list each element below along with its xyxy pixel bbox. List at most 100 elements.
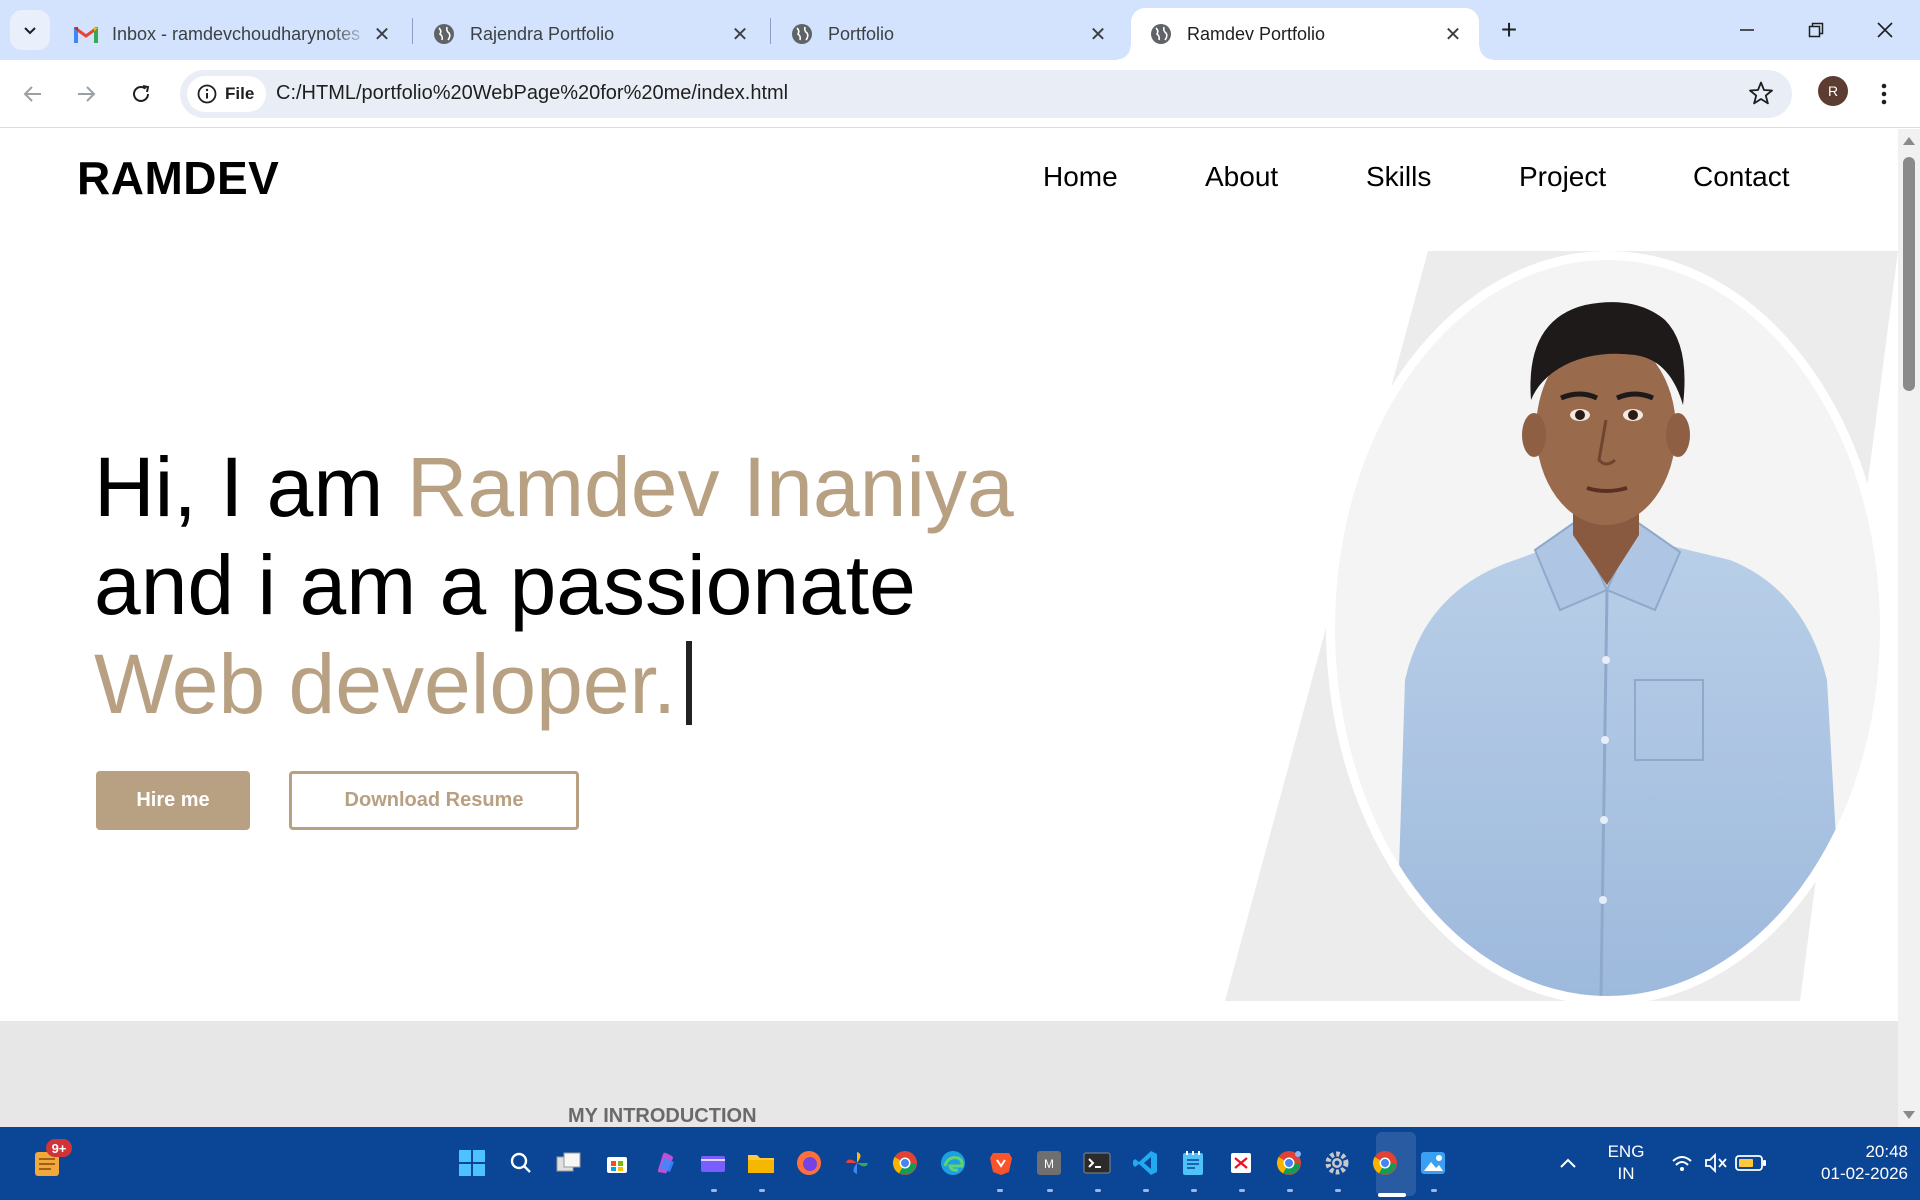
nav-contact[interactable]: Contact — [1693, 161, 1790, 193]
gmail-icon — [74, 22, 98, 46]
brave-icon[interactable] — [985, 1147, 1017, 1179]
pinwheel-icon[interactable] — [841, 1147, 873, 1179]
nav-about[interactable]: About — [1205, 161, 1278, 193]
site-chip-label: File — [225, 84, 255, 103]
photos-icon[interactable] — [1417, 1147, 1449, 1179]
tab-separator — [412, 18, 413, 44]
url-text[interactable]: C:/HTML/portfolio%20WebPage%20for%20me/i… — [276, 82, 788, 105]
download-resume-button[interactable]: Download Resume — [289, 771, 579, 830]
running-indicator — [1095, 1189, 1101, 1192]
clock[interactable]: 20:48 01-02-2026 — [1788, 1141, 1908, 1185]
chevron-down-icon — [24, 27, 36, 35]
file-explorer-icon[interactable] — [745, 1147, 777, 1179]
tab-title: Inbox - ramdevchoudharynotes — [112, 23, 361, 44]
active-app-indicator — [1378, 1193, 1406, 1197]
scroll-down-arrow-icon[interactable] — [1903, 1111, 1915, 1119]
hero-role: Web developer. — [94, 637, 677, 731]
restore-icon — [1808, 22, 1824, 38]
globe-icon — [1149, 22, 1173, 46]
bookmark-star-icon[interactable] — [1748, 80, 1774, 111]
language-indicator[interactable]: ENG IN — [1602, 1141, 1650, 1185]
running-indicator — [711, 1189, 717, 1192]
clock-date: 01-02-2026 — [1821, 1164, 1908, 1183]
reload-button[interactable] — [121, 74, 161, 114]
scroll-thumb[interactable] — [1903, 157, 1915, 391]
scroll-up-arrow-icon[interactable] — [1903, 137, 1915, 145]
minimize-icon — [1740, 29, 1754, 31]
new-tab-button[interactable]: + — [1493, 14, 1525, 46]
tab-title: Ramdev Portfolio — [1187, 23, 1326, 44]
running-indicator — [1143, 1189, 1149, 1192]
typing-cursor — [686, 641, 693, 725]
chrome-active-icon[interactable] — [1369, 1147, 1401, 1179]
language-code: ENG — [1607, 1142, 1645, 1161]
forward-button[interactable] — [66, 74, 106, 114]
person-portrait-icon — [1395, 302, 1845, 996]
task-view-icon[interactable] — [553, 1147, 585, 1179]
store-icon[interactable] — [601, 1147, 633, 1179]
running-indicator — [997, 1189, 1003, 1192]
chevron-up-icon[interactable] — [1552, 1147, 1584, 1179]
hero-line-3: Web developer. — [94, 641, 693, 726]
profile-photo — [1326, 251, 1889, 1005]
nav-project[interactable]: Project — [1519, 161, 1606, 193]
introduction-section: MY INTRODUCTION — [0, 1021, 1898, 1127]
globe-icon — [432, 22, 456, 46]
hero-name: Ramdev Inaniya — [406, 440, 1014, 534]
battery-icon[interactable] — [1735, 1147, 1767, 1179]
hero-greeting: Hi, I am — [94, 440, 407, 534]
chrome-icon[interactable] — [889, 1147, 921, 1179]
hero-line-1: Hi, I am Ramdev Inaniya — [94, 445, 1014, 529]
running-indicator — [1431, 1189, 1437, 1192]
start-windows-icon[interactable] — [456, 1147, 488, 1179]
nav-skills[interactable]: Skills — [1366, 161, 1431, 193]
snipping-tool-icon[interactable] — [1225, 1147, 1257, 1179]
globe-icon — [790, 22, 814, 46]
close-tab-icon[interactable]: ✕ — [728, 22, 752, 46]
windows-taskbar: 9+ M ENG IN 20:48 01-02-2026 — [0, 1127, 1920, 1200]
tab-ramdev-portfolio[interactable]: Ramdev Portfolio ✕ — [1117, 8, 1493, 60]
arrow-right-icon — [78, 86, 96, 102]
firefox-icon[interactable] — [793, 1147, 825, 1179]
notification-badge: 9+ — [46, 1139, 72, 1157]
nav-home[interactable]: Home — [1043, 161, 1118, 193]
close-tab-icon[interactable]: ✕ — [1086, 22, 1110, 46]
tab-title: Portfolio — [828, 23, 895, 44]
running-indicator — [1335, 1189, 1341, 1192]
back-button[interactable] — [13, 74, 53, 114]
restore-button[interactable] — [1791, 10, 1841, 50]
wifi-icon[interactable] — [1666, 1147, 1698, 1179]
search-icon[interactable] — [505, 1147, 537, 1179]
close-tab-icon[interactable]: ✕ — [1441, 22, 1465, 46]
vscode-icon[interactable] — [1129, 1147, 1161, 1179]
tab-separator — [770, 18, 771, 44]
tab-portfolio[interactable]: Portfolio ✕ — [772, 8, 1124, 60]
browser-menu-icon[interactable] — [1872, 76, 1896, 112]
address-bar[interactable]: File C:/HTML/portfolio%20WebPage%20for%2… — [180, 70, 1792, 118]
copilot-icon[interactable] — [649, 1147, 681, 1179]
site-info-chip[interactable]: File — [187, 76, 267, 112]
tab-strip: Inbox - ramdevchoudharynotes ✕ Rajendra … — [0, 0, 1920, 60]
close-icon — [1877, 22, 1893, 38]
settings-gear-icon[interactable] — [1321, 1147, 1353, 1179]
hire-me-button[interactable]: Hire me — [96, 771, 250, 830]
site-logo[interactable]: RAMDEV — [77, 151, 279, 205]
close-window-button[interactable] — [1860, 10, 1910, 50]
intro-heading: MY INTRODUCTION — [568, 1105, 757, 1127]
tab-rajendra-portfolio[interactable]: Rajendra Portfolio ✕ — [414, 8, 766, 60]
chrome-profile-icon[interactable] — [1273, 1147, 1305, 1179]
notepad-icon[interactable] — [1177, 1147, 1209, 1179]
edge-icon[interactable] — [937, 1147, 969, 1179]
page-scrollbar[interactable] — [1898, 129, 1920, 1127]
close-tab-icon[interactable]: ✕ — [370, 22, 394, 46]
region-code: IN — [1617, 1164, 1635, 1183]
profile-avatar[interactable]: R — [1818, 76, 1848, 106]
tab-search-button[interactable] — [10, 10, 50, 50]
notepad-m-icon[interactable]: M — [1033, 1147, 1065, 1179]
tab-inbox[interactable]: Inbox - ramdevchoudharynotes ✕ — [56, 8, 408, 60]
running-indicator — [1287, 1189, 1293, 1192]
clipchamp-icon[interactable] — [697, 1147, 729, 1179]
terminal-icon[interactable] — [1081, 1147, 1113, 1179]
volume-muted-icon[interactable] — [1700, 1147, 1732, 1179]
minimize-button[interactable] — [1722, 10, 1772, 50]
